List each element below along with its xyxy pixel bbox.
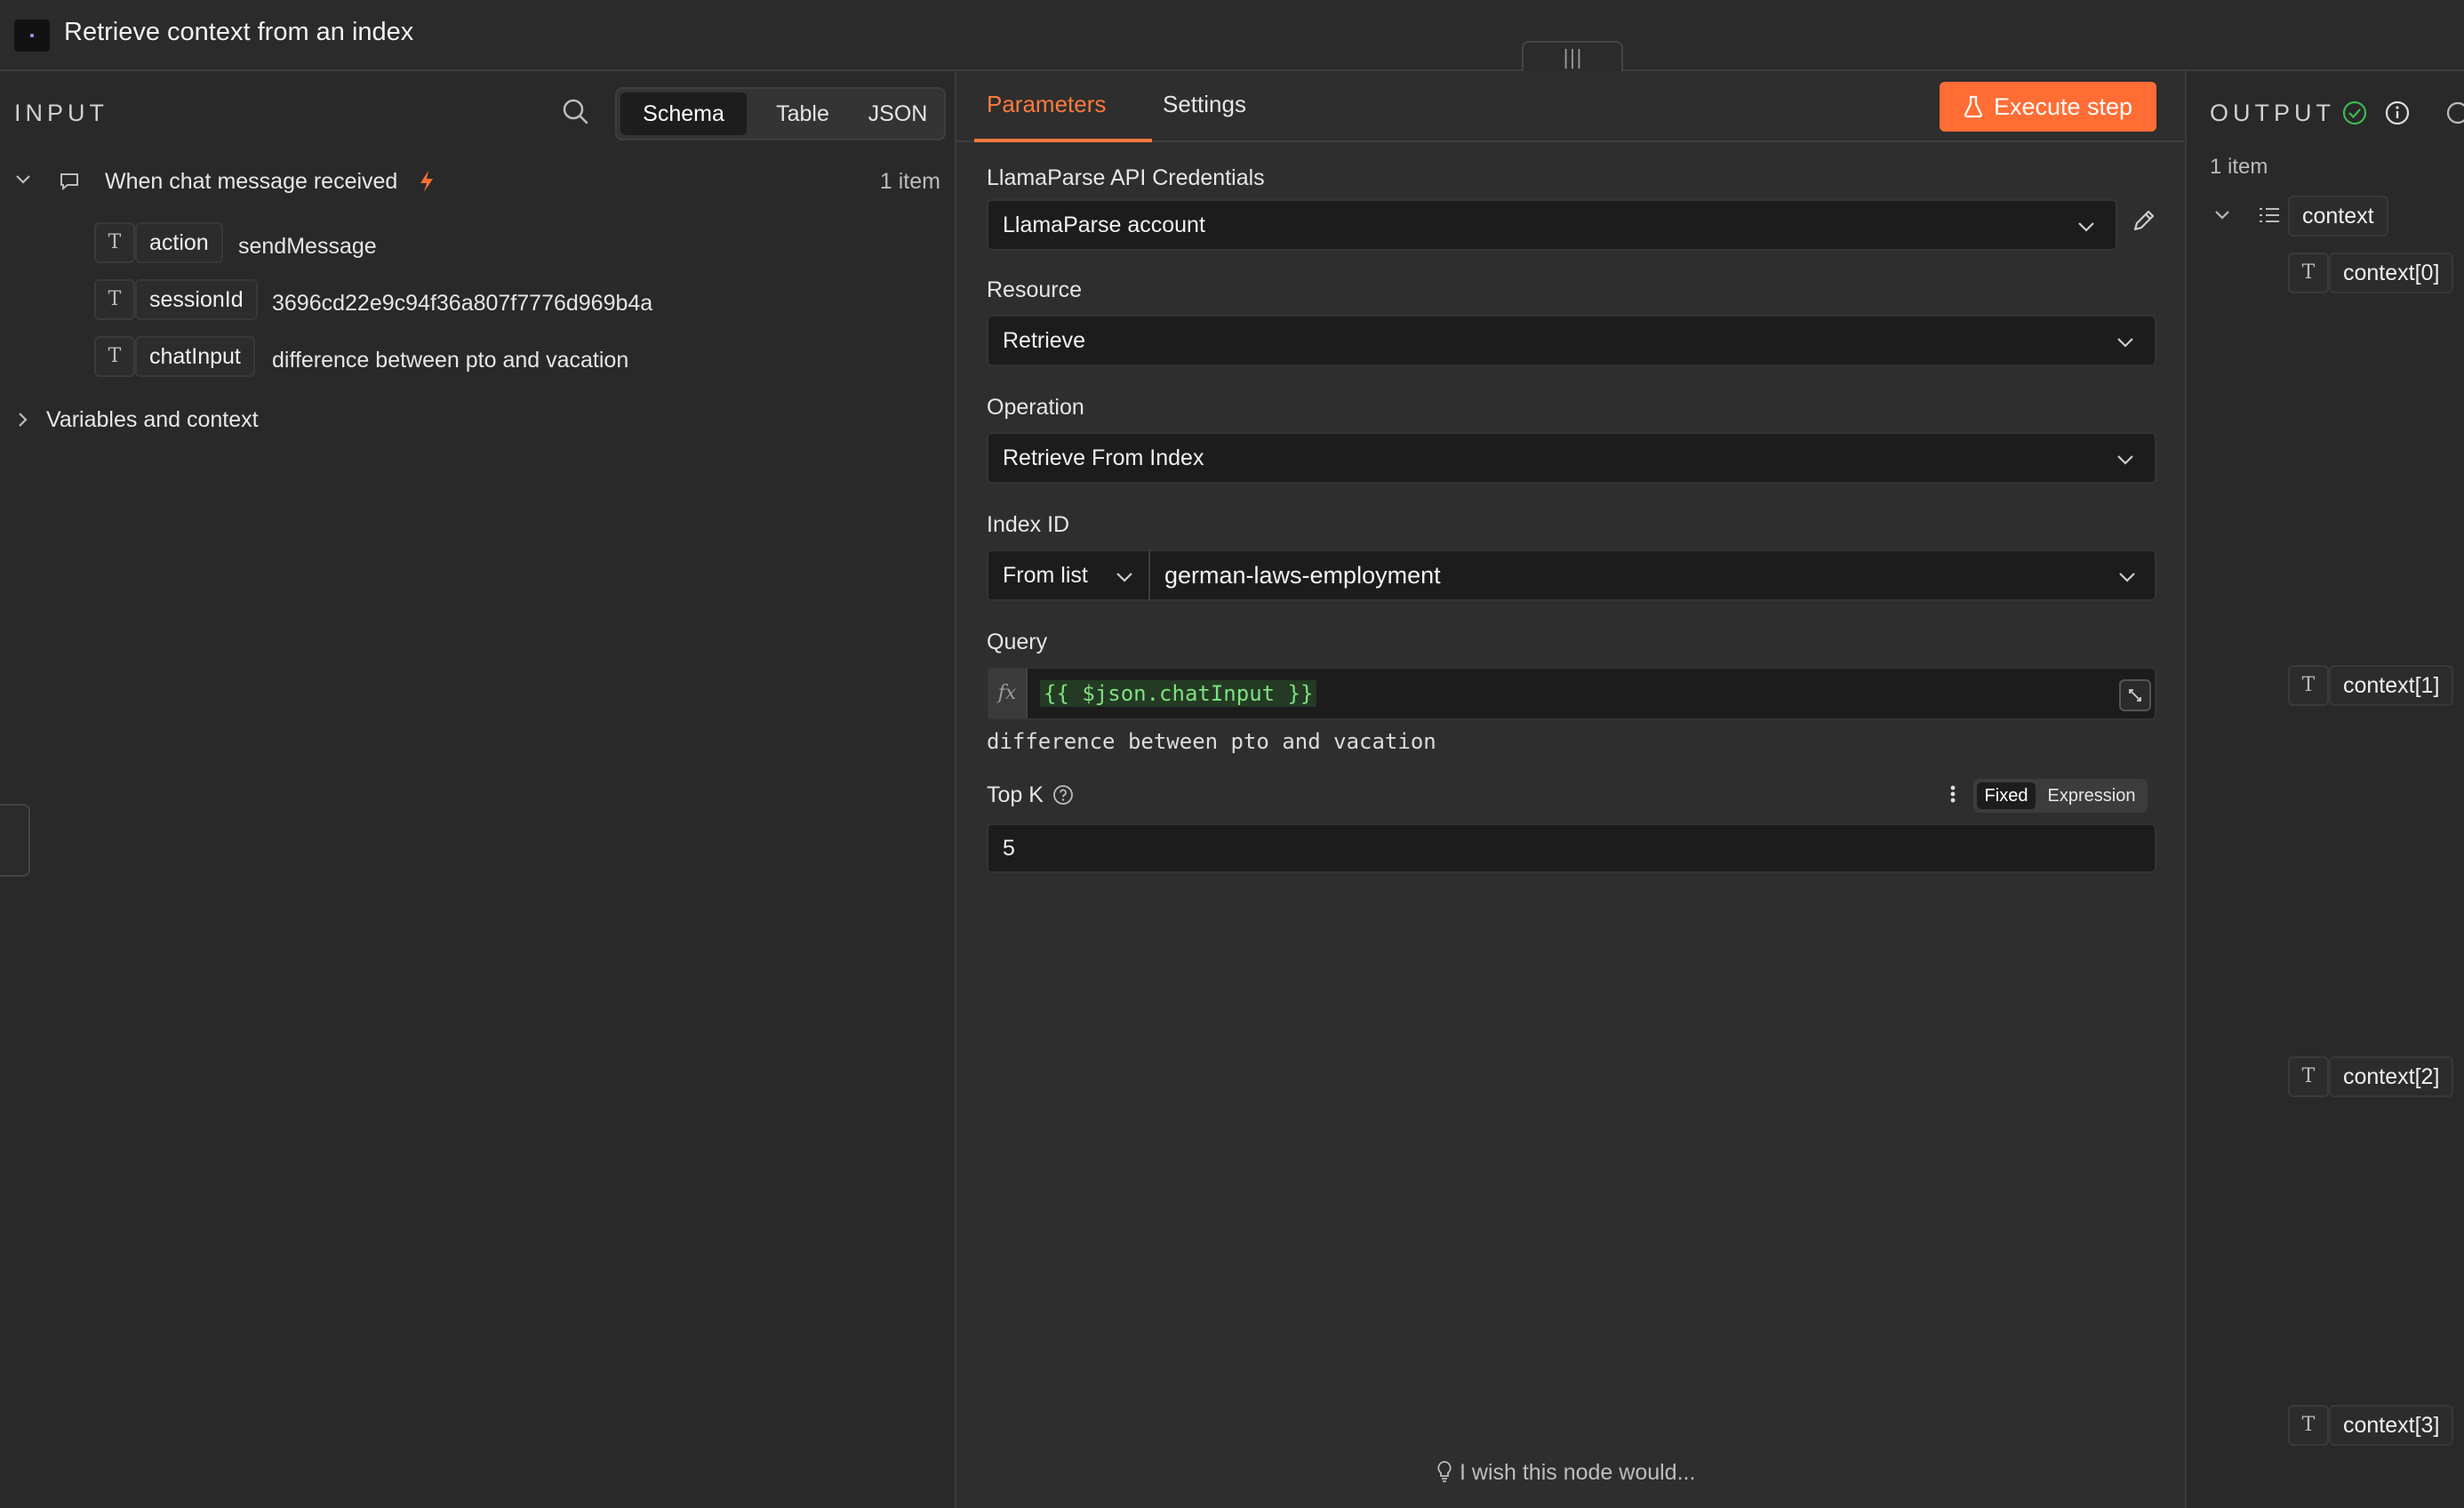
string-type-icon: T	[2288, 1056, 2329, 1097]
more-options-icon[interactable]	[1940, 781, 1966, 807]
llamaparse-logo-icon	[14, 20, 50, 52]
field-value-chatinput: difference between pto and vacation	[272, 348, 629, 373]
info-icon[interactable]	[2384, 100, 2411, 126]
lightbulb-icon	[1437, 1461, 1452, 1483]
feedback-text: I wish this node would...	[1460, 1460, 1696, 1485]
index-id-select[interactable]: german-laws-employment	[1150, 549, 2156, 601]
pencil-icon[interactable]	[2130, 208, 2156, 235]
node-editor: Retrieve context from an index ||| INPUT…	[0, 0, 2464, 1508]
index-id-value: german-laws-employment	[1164, 562, 1441, 589]
bolt-icon	[420, 171, 433, 192]
chevron-down-icon	[2078, 222, 2094, 232]
trigger-node-name[interactable]: When chat message received	[105, 162, 397, 201]
chat-icon	[60, 173, 78, 191]
execute-step-label: Execute step	[1993, 93, 2133, 120]
query-expression-input[interactable]: fx {{ $json.chatInput }}	[987, 667, 2156, 720]
drag-handle[interactable]: |||	[1522, 41, 1623, 73]
tab-parameters[interactable]: Parameters	[987, 91, 1106, 118]
string-type-icon: T	[2288, 665, 2329, 706]
field-value-sessionid: 3696cd22e9c94f36a807f7776d969b4a	[272, 291, 653, 316]
query-expression: {{ $json.chatInput }}	[1040, 680, 1317, 707]
search-icon[interactable]	[562, 98, 588, 124]
resource-value: Retrieve	[1003, 328, 1086, 353]
trigger-item-count: 1 item	[879, 169, 940, 194]
credentials-value: LlamaParse account	[1003, 213, 1205, 237]
input-panel: INPUT Schema Table JSON When chat messag…	[0, 71, 956, 1508]
active-tab-indicator	[974, 139, 1152, 142]
chevron-down-icon[interactable]	[14, 171, 32, 188]
chevron-down-icon	[2117, 455, 2133, 465]
query-result-preview: difference between pto and vacation	[987, 729, 1436, 754]
output-root-key[interactable]: context	[2288, 196, 2388, 237]
output-key-context-1[interactable]: context[1]	[2329, 665, 2454, 706]
expression-mode-button[interactable]: Expression	[2039, 782, 2144, 809]
index-mode-select[interactable]: From list	[987, 549, 1150, 601]
query-label: Query	[987, 630, 1048, 654]
output-key-context-2[interactable]: context[2]	[2329, 1056, 2454, 1097]
output-panel: OUTPUT 1 item context T context[0] T con…	[2185, 71, 2464, 1508]
execute-step-button[interactable]: Execute step	[1940, 82, 2156, 132]
tab-settings[interactable]: Settings	[1163, 91, 1246, 118]
fixed-mode-button[interactable]: Fixed	[1977, 782, 2036, 809]
success-check-icon	[2342, 100, 2367, 125]
operation-value: Retrieve From Index	[1003, 445, 1204, 470]
topk-label: Top K	[987, 782, 1044, 807]
variables-context-toggle[interactable]: Variables and context	[46, 400, 259, 439]
json-view-button[interactable]: JSON	[852, 92, 944, 135]
node-title[interactable]: Retrieve context from an index	[64, 18, 413, 47]
string-type-icon: T	[2288, 253, 2329, 293]
output-label: OUTPUT	[2210, 100, 2335, 126]
operation-label: Operation	[987, 395, 1084, 420]
help-icon[interactable]	[1052, 784, 1074, 806]
view-mode-toggle: Schema Table JSON	[615, 87, 946, 140]
expand-editor-button[interactable]	[2119, 679, 2151, 711]
string-type-icon: T	[94, 336, 135, 377]
credentials-select[interactable]: LlamaParse account	[987, 199, 2117, 251]
input-label: INPUT	[14, 100, 108, 126]
chevron-down-icon[interactable]	[2213, 206, 2231, 224]
index-id-label: Index ID	[987, 512, 1070, 537]
chevron-right-icon[interactable]	[14, 411, 32, 429]
topk-input[interactable]: 5	[987, 823, 2156, 873]
fx-icon: fx	[988, 669, 1028, 718]
chevron-down-icon	[2117, 338, 2133, 348]
chevron-down-icon	[1116, 573, 1132, 582]
search-icon[interactable]	[2444, 100, 2464, 126]
field-key-sessionid[interactable]: sessionId	[135, 279, 258, 320]
list-icon	[2260, 208, 2279, 222]
feedback-link[interactable]: I wish this node would...	[1436, 1460, 1695, 1486]
field-value-action: sendMessage	[238, 234, 377, 259]
flask-icon	[1964, 95, 1983, 117]
chevron-down-icon	[2119, 573, 2135, 582]
operation-select[interactable]: Retrieve From Index	[987, 432, 2156, 484]
resource-select[interactable]: Retrieve	[987, 315, 2156, 366]
table-view-button[interactable]: Table	[754, 92, 852, 135]
string-type-icon: T	[2288, 1405, 2329, 1446]
expand-icon	[2129, 689, 2141, 702]
index-mode-value: From list	[1003, 563, 1088, 588]
schema-view-button[interactable]: Schema	[620, 92, 747, 135]
output-item-count: 1 item	[2210, 155, 2268, 179]
parameter-tabs: Parameters Settings Execute step	[956, 71, 2185, 142]
field-key-chatinput[interactable]: chatInput	[135, 336, 255, 377]
header-bar: Retrieve context from an index |||	[0, 0, 2464, 73]
side-panel-handle[interactable]	[0, 804, 30, 877]
output-key-context-3[interactable]: context[3]	[2329, 1405, 2454, 1446]
string-type-icon: T	[94, 279, 135, 320]
credentials-label: LlamaParse API Credentials	[987, 165, 1265, 190]
resource-label: Resource	[987, 277, 1082, 302]
parameters-panel: Parameters Settings Execute step LlamaPa…	[956, 71, 2185, 1508]
field-key-action[interactable]: action	[135, 222, 223, 263]
string-type-icon: T	[94, 222, 135, 263]
output-key-context-0[interactable]: context[0]	[2329, 253, 2454, 293]
fixed-expression-toggle: Fixed Expression	[1973, 779, 2148, 813]
